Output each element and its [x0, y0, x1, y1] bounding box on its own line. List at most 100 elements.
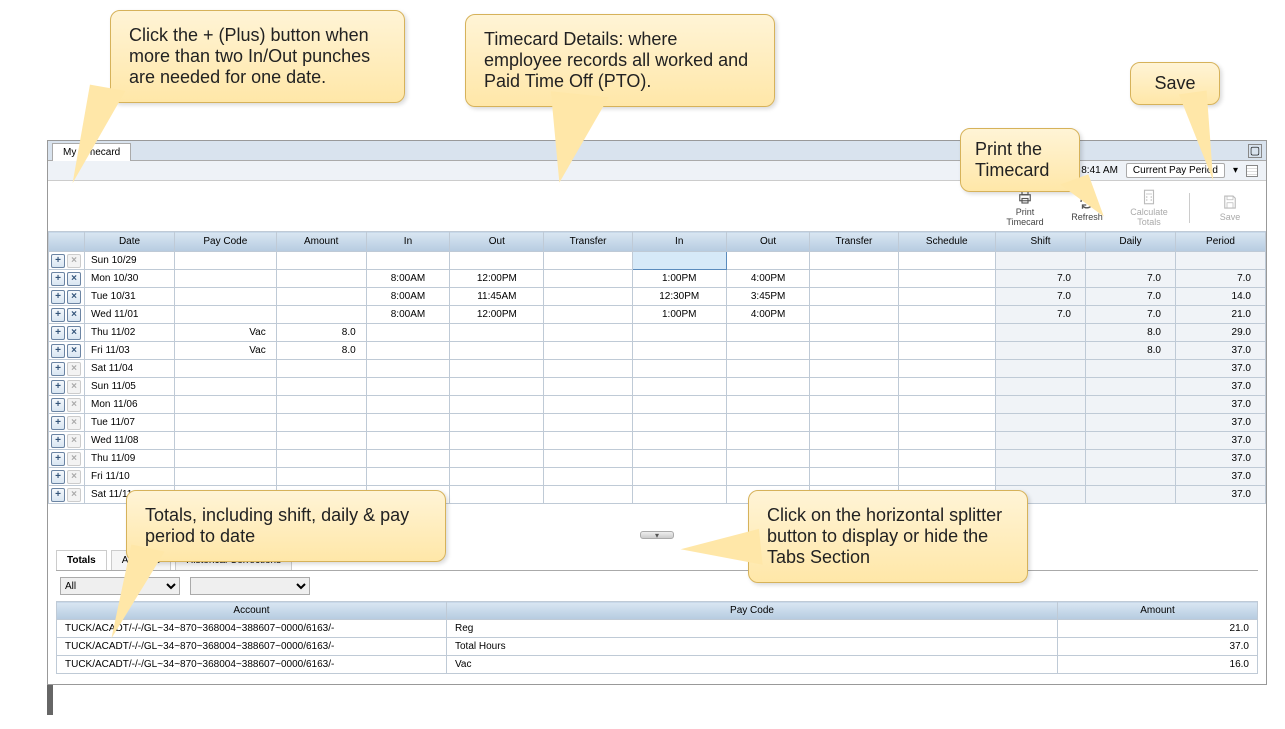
transfer2-cell[interactable] [810, 378, 898, 396]
add-row-button[interactable]: + [51, 290, 65, 304]
schedule-cell[interactable] [898, 432, 995, 450]
period-cell[interactable]: 37.0 [1176, 468, 1266, 486]
out2-cell[interactable] [726, 324, 810, 342]
daily-cell[interactable] [1086, 252, 1176, 270]
out1-cell[interactable] [450, 360, 544, 378]
table-row[interactable]: +×Sun 11/0537.0 [49, 378, 1266, 396]
out1-cell[interactable] [450, 342, 544, 360]
add-row-button[interactable]: + [51, 398, 65, 412]
out1-cell[interactable]: 11:45AM [450, 288, 544, 306]
paycode-cell[interactable] [175, 306, 277, 324]
daily-cell[interactable] [1086, 360, 1176, 378]
out1-cell[interactable] [450, 324, 544, 342]
out1-cell[interactable]: 12:00PM [450, 306, 544, 324]
daily-cell[interactable]: 7.0 [1086, 288, 1176, 306]
period-cell[interactable]: 7.0 [1176, 270, 1266, 288]
date-cell[interactable]: Sun 10/29 [85, 252, 175, 270]
transfer1-cell[interactable] [544, 342, 632, 360]
totals-filter-2[interactable] [190, 577, 310, 595]
col-header-shift[interactable]: Shift [996, 232, 1086, 252]
paycode-cell[interactable] [175, 252, 277, 270]
in2-cell[interactable] [632, 396, 726, 414]
tab-totals[interactable]: Totals [56, 550, 107, 570]
schedule-cell[interactable] [898, 378, 995, 396]
paycode-cell[interactable] [175, 450, 277, 468]
shift-cell[interactable] [996, 342, 1086, 360]
col-header-in[interactable]: In [632, 232, 726, 252]
col-header-pay-code[interactable]: Pay Code [175, 232, 277, 252]
table-row[interactable]: +×Tue 10/318:00AM11:45AM12:30PM3:45PM7.0… [49, 288, 1266, 306]
in2-cell[interactable] [632, 378, 726, 396]
transfer1-cell[interactable] [544, 378, 632, 396]
table-row[interactable]: +×Sun 10/29 [49, 252, 1266, 270]
schedule-cell[interactable] [898, 468, 995, 486]
add-row-button[interactable]: + [51, 254, 65, 268]
daily-cell[interactable] [1086, 414, 1176, 432]
in1-cell[interactable]: 8:00AM [366, 306, 450, 324]
daily-cell[interactable] [1086, 468, 1176, 486]
shift-cell[interactable] [996, 450, 1086, 468]
col-header-schedule[interactable]: Schedule [898, 232, 995, 252]
out1-cell[interactable] [450, 468, 544, 486]
col-header-transfer[interactable]: Transfer [810, 232, 898, 252]
delete-row-button[interactable]: × [67, 326, 81, 340]
col-header-daily[interactable]: Daily [1086, 232, 1176, 252]
out2-cell[interactable] [726, 342, 810, 360]
delete-row-button[interactable]: × [67, 290, 81, 304]
out1-cell[interactable] [450, 252, 544, 270]
in1-cell[interactable]: 8:00AM [366, 288, 450, 306]
out2-cell[interactable] [726, 360, 810, 378]
table-row[interactable]: +×Sat 11/0437.0 [49, 360, 1266, 378]
shift-cell[interactable] [996, 396, 1086, 414]
out2-cell[interactable]: 4:00PM [726, 306, 810, 324]
col-header-in[interactable]: In [366, 232, 450, 252]
shift-cell[interactable] [996, 324, 1086, 342]
out2-cell[interactable] [726, 468, 810, 486]
paycode-cell[interactable] [175, 396, 277, 414]
period-cell[interactable]: 21.0 [1176, 306, 1266, 324]
transfer2-cell[interactable] [810, 414, 898, 432]
in1-cell[interactable] [366, 432, 450, 450]
paycode-cell[interactable] [175, 270, 277, 288]
schedule-cell[interactable] [898, 414, 995, 432]
daily-cell[interactable] [1086, 396, 1176, 414]
date-cell[interactable]: Fri 11/03 [85, 342, 175, 360]
transfer1-cell[interactable] [544, 450, 632, 468]
date-cell[interactable]: Sun 11/05 [85, 378, 175, 396]
paycode-cell[interactable] [175, 414, 277, 432]
out2-cell[interactable]: 4:00PM [726, 270, 810, 288]
amount-cell[interactable] [276, 252, 366, 270]
amount-cell[interactable] [276, 414, 366, 432]
amount-cell[interactable]: 8.0 [276, 342, 366, 360]
date-cell[interactable]: Mon 11/06 [85, 396, 175, 414]
out1-cell[interactable] [450, 414, 544, 432]
shift-cell[interactable] [996, 360, 1086, 378]
in1-cell[interactable] [366, 396, 450, 414]
timecard-grid[interactable]: DatePay CodeAmountInOutTransferInOutTran… [48, 231, 1266, 504]
add-row-button[interactable]: + [51, 380, 65, 394]
table-row[interactable]: +×Wed 11/0837.0 [49, 432, 1266, 450]
table-row[interactable]: +×Fri 11/1037.0 [49, 468, 1266, 486]
calendar-icon[interactable] [1246, 165, 1258, 177]
paycode-cell[interactable]: Vac [175, 324, 277, 342]
delete-row-button[interactable]: × [67, 272, 81, 286]
add-row-button[interactable]: + [51, 452, 65, 466]
paycode-cell[interactable] [175, 378, 277, 396]
out1-cell[interactable] [450, 450, 544, 468]
daily-cell[interactable] [1086, 486, 1176, 504]
add-row-button[interactable]: + [51, 434, 65, 448]
col-header-out[interactable]: Out [450, 232, 544, 252]
shift-cell[interactable] [996, 468, 1086, 486]
in1-cell[interactable] [366, 414, 450, 432]
shift-cell[interactable]: 7.0 [996, 270, 1086, 288]
amount-cell[interactable] [276, 306, 366, 324]
add-row-button[interactable]: + [51, 308, 65, 322]
add-row-button[interactable]: + [51, 362, 65, 376]
paycode-cell[interactable] [175, 468, 277, 486]
date-cell[interactable]: Fri 11/10 [85, 468, 175, 486]
shift-cell[interactable] [996, 414, 1086, 432]
in1-cell[interactable] [366, 324, 450, 342]
maximize-icon[interactable]: ▢ [1248, 144, 1262, 158]
transfer1-cell[interactable] [544, 324, 632, 342]
amount-cell[interactable] [276, 468, 366, 486]
